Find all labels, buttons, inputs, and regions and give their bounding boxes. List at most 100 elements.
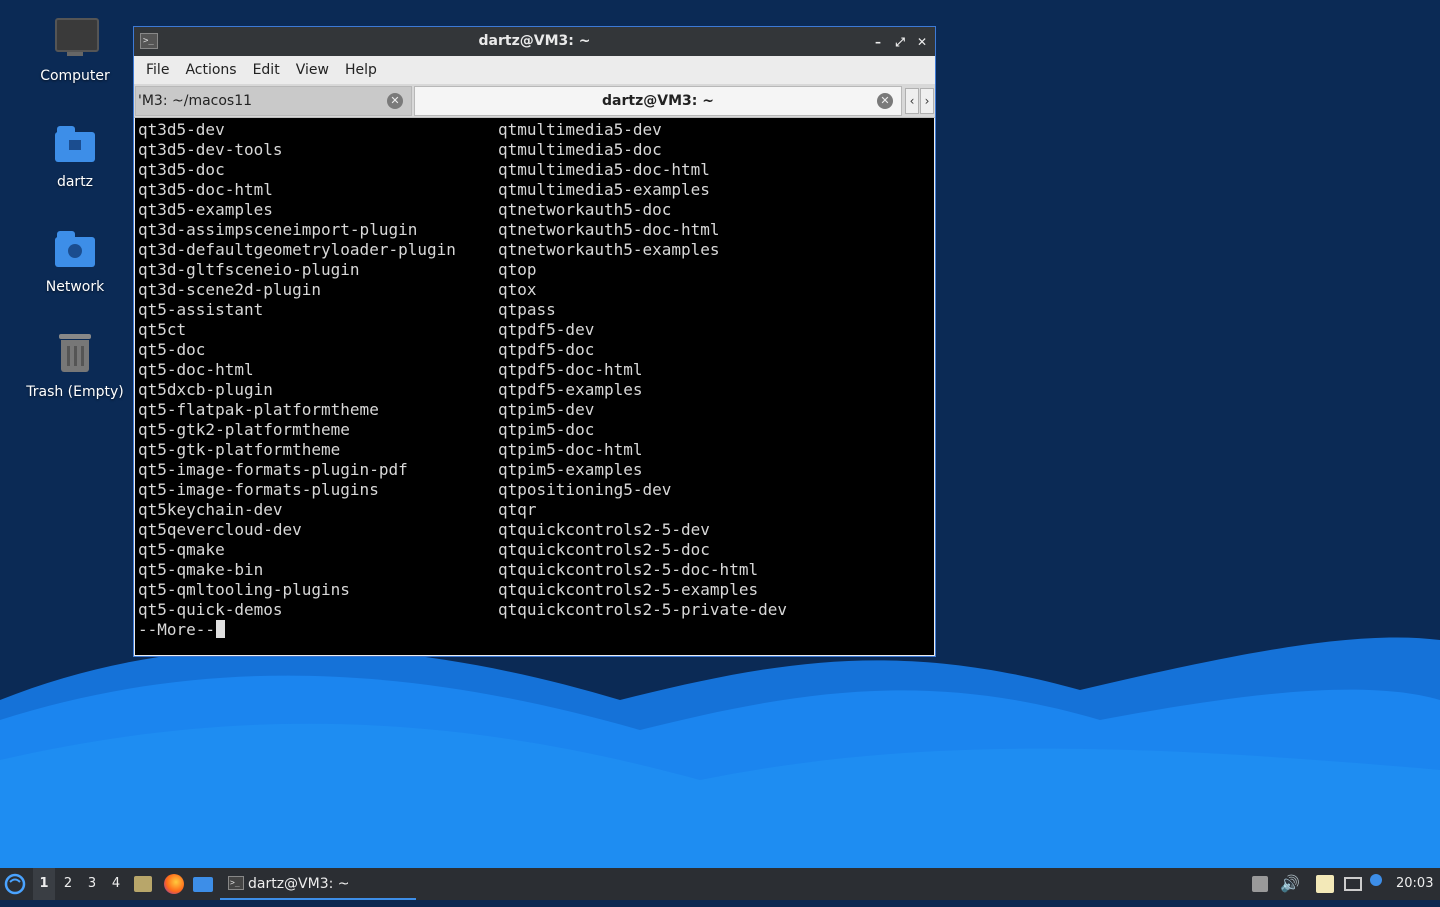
tab-close-icon[interactable]: ✕: [877, 93, 893, 109]
maximize-icon[interactable]: ⤢: [893, 35, 907, 49]
terminal-line: qtquickcontrols2-5-private-dev: [498, 600, 787, 619]
workspace-2[interactable]: 2: [57, 868, 79, 900]
terminal-line: qtpdf5-doc-html: [498, 360, 643, 379]
terminal-line: qt5-gtk2-platformtheme: [138, 420, 350, 439]
tab-macos11[interactable]: 'M3: ~/macos11 ✕: [135, 86, 412, 116]
terminal-line: qtquickcontrols2-5-doc-html: [498, 560, 759, 579]
terminal-line: qt5-assistant: [138, 300, 264, 319]
workspace-1[interactable]: 1: [33, 868, 55, 900]
home-folder-icon: [51, 120, 99, 168]
firefox-launcher[interactable]: [164, 868, 184, 900]
eject-tray-button[interactable]: [1252, 868, 1268, 900]
terminal-line: qt5-qmltooling-plugins: [138, 580, 350, 599]
network-folder-icon: [51, 225, 99, 273]
show-desktop-button[interactable]: [193, 868, 215, 900]
terminal-line: qt5qevercloud-dev: [138, 520, 302, 539]
terminal-line: qt5-qmake: [138, 540, 225, 559]
more-prompt-text: --More--: [138, 620, 216, 639]
clock[interactable]: 20:03: [1396, 868, 1436, 900]
terminal-line: qtmultimedia5-doc: [498, 140, 662, 159]
menu-view[interactable]: View: [290, 62, 339, 78]
terminal-line: qt5keychain-dev: [138, 500, 283, 519]
terminal-line: qt3d5-doc-html: [138, 180, 273, 199]
terminal-line: qt3d5-dev: [138, 120, 225, 139]
lubuntu-logo-icon: [4, 873, 26, 895]
terminal-line: qtquickcontrols2-5-dev: [498, 520, 710, 539]
update-notifier-button[interactable]: [1370, 868, 1384, 900]
desktop-icon-home[interactable]: dartz: [15, 120, 135, 190]
tab-home[interactable]: dartz@VM3: ~ ✕: [414, 86, 902, 116]
terminal-line: qt3d5-examples: [138, 200, 273, 219]
terminal-line: qtquickcontrols2-5-doc: [498, 540, 710, 559]
tab-label: dartz@VM3: ~: [602, 93, 714, 109]
terminal-line: qt5dxcb-plugin: [138, 380, 273, 399]
menu-actions[interactable]: Actions: [179, 62, 246, 78]
terminal-line: qtquickcontrols2-5-examples: [498, 580, 759, 599]
terminal-line: qtmultimedia5-examples: [498, 180, 710, 199]
terminal-line: qt3d-assimpsceneimport-plugin: [138, 220, 418, 239]
desktop-icon-computer[interactable]: Computer: [15, 14, 135, 84]
terminal-line: qtox: [498, 280, 537, 299]
terminal-task-icon: >_: [228, 876, 244, 890]
trash-icon: [51, 330, 99, 378]
terminal-line: qt5-quick-demos: [138, 600, 283, 619]
pager-prompt: --More--: [138, 620, 226, 640]
desktop-icon-network[interactable]: Network: [15, 225, 135, 295]
terminal-line: qtmultimedia5-doc-html: [498, 160, 710, 179]
workspace-4[interactable]: 4: [105, 868, 127, 900]
terminal-line: qt3d-scene2d-plugin: [138, 280, 322, 299]
start-menu-button[interactable]: [4, 868, 28, 900]
terminal-line: qtpim5-doc-html: [498, 440, 643, 459]
terminal-line: qt5-doc-html: [138, 360, 254, 379]
terminal-line: qt5-flatpak-platformtheme: [138, 400, 379, 419]
terminal-line: qtpdf5-examples: [498, 380, 643, 399]
file-manager-icon: [134, 876, 152, 892]
terminal-line: qt3d-gltfsceneio-plugin: [138, 260, 360, 279]
clipboard-tray-button[interactable]: [1316, 868, 1336, 900]
window-titlebar[interactable]: >_ dartz@VM3: ~ – ⤢ ✕: [134, 27, 935, 56]
window-title: dartz@VM3: ~: [478, 33, 591, 49]
terminal-column-left: qt3d5-dev qt3d5-dev-tools qt3d5-doc qt3d5-d…: [138, 120, 456, 620]
menu-edit[interactable]: Edit: [247, 62, 290, 78]
tab-scroll-right-icon[interactable]: ›: [920, 88, 934, 114]
minimize-icon[interactable]: –: [871, 35, 885, 49]
terminal-line: qtop: [498, 260, 537, 279]
workspace-3[interactable]: 3: [81, 868, 103, 900]
taskbar-task-terminal[interactable]: >_ dartz@VM3: ~: [220, 868, 416, 900]
menubar: File Actions Edit View Help: [134, 56, 935, 84]
tab-close-icon[interactable]: ✕: [387, 93, 403, 109]
close-icon[interactable]: ✕: [915, 35, 929, 49]
file-manager-launcher[interactable]: [134, 868, 154, 900]
terminal-line: qtpositioning5-dev: [498, 480, 672, 499]
network-icon: [1344, 877, 1362, 891]
terminal-line: qtpdf5-doc: [498, 340, 595, 359]
terminal-line: qtnetworkauth5-examples: [498, 240, 720, 259]
terminal-line: qt5-doc: [138, 340, 206, 359]
clipboard-icon: [1316, 875, 1334, 893]
desktop-icon-trash[interactable]: Trash (Empty): [15, 330, 135, 400]
terminal-line: qt3d5-dev-tools: [138, 140, 283, 159]
volume-icon: 🔊: [1280, 874, 1300, 893]
terminal-output[interactable]: qt3d5-dev qt3d5-dev-tools qt3d5-doc qt3d5-d…: [135, 118, 934, 655]
terminal-line: qtpass: [498, 300, 556, 319]
tab-label: 'M3: ~/macos11: [138, 93, 253, 109]
network-tray-button[interactable]: [1344, 868, 1364, 900]
terminal-line: qt5-qmake-bin: [138, 560, 264, 579]
firefox-icon: [164, 874, 184, 894]
eject-icon: [1252, 876, 1268, 892]
volume-tray-button[interactable]: 🔊: [1280, 868, 1300, 900]
desktop-icon-label: Computer: [40, 68, 110, 84]
terminal-line: qtnetworkauth5-doc-html: [498, 220, 720, 239]
terminal-column-right: qtmultimedia5-dev qtmultimedia5-doc qtmult…: [498, 120, 787, 620]
terminal-app-icon: >_: [140, 33, 158, 49]
tab-bar: 'M3: ~/macos11 ✕ dartz@VM3: ~ ✕ ‹ ›: [134, 84, 935, 118]
terminal-line: qtnetworkauth5-doc: [498, 200, 672, 219]
desktop-icon: [193, 877, 213, 892]
tab-scroll-left-icon[interactable]: ‹: [905, 88, 919, 114]
terminal-line: qt3d5-doc: [138, 160, 225, 179]
menu-help[interactable]: Help: [339, 62, 387, 78]
terminal-line: qtqr: [498, 500, 537, 519]
terminal-line: qt5-gtk-platformtheme: [138, 440, 341, 459]
menu-file[interactable]: File: [140, 62, 179, 78]
computer-icon: [51, 14, 99, 62]
